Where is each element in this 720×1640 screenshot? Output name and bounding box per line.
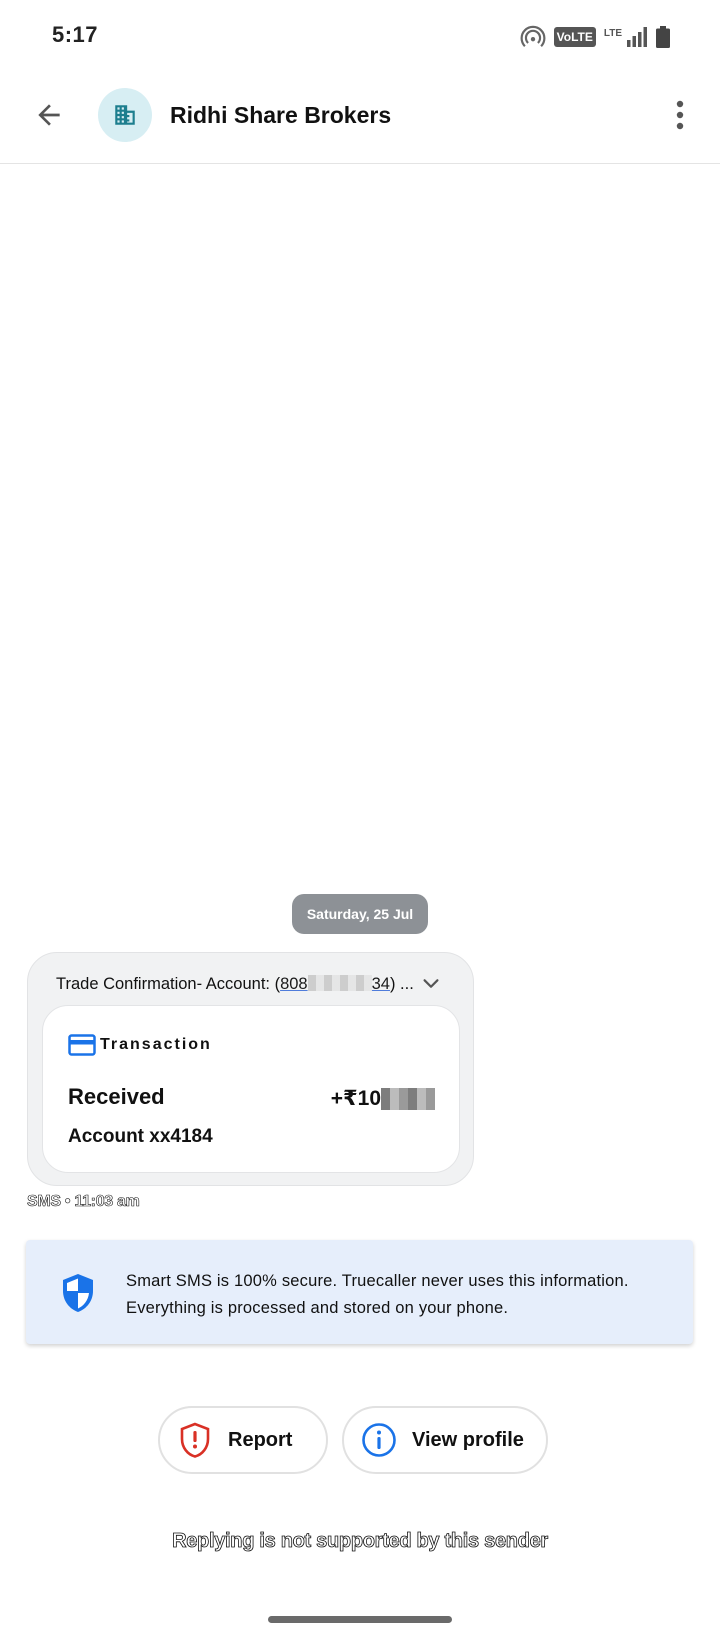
back-button[interactable] (26, 92, 72, 138)
transaction-type-row: Transaction (68, 1034, 212, 1056)
transaction-amount: +₹10 (331, 1086, 435, 1111)
status-icons: VoLTE LTE (520, 24, 670, 50)
building-icon (115, 105, 135, 125)
volte-badge: VoLTE (553, 27, 596, 47)
lte-label: LTE (603, 27, 622, 39)
app-bar: Ridhi Share Brokers (0, 72, 720, 164)
info-icon (362, 1423, 396, 1457)
screen: 5:17 VoLTE LTE Ridhi Share Brokers Satur… (0, 0, 720, 1640)
home-indicator[interactable] (268, 1616, 452, 1623)
arrow-left-icon (38, 104, 60, 126)
chevron-down-icon[interactable] (420, 973, 442, 995)
info-text: Smart SMS is 100% secure. Truecaller nev… (126, 1272, 629, 1317)
message-meta: SMS • 11:03 am (27, 1193, 140, 1211)
status-time: 5:17 (52, 22, 99, 47)
transaction-type: Transaction (100, 1036, 212, 1053)
redacted-amount (381, 1087, 435, 1110)
redacted-digits (307, 974, 372, 991)
date-chip: Saturday, 25 Jul (292, 894, 428, 934)
overflow-menu-button[interactable] (660, 92, 700, 138)
view-profile-button[interactable]: View profile (342, 1406, 548, 1474)
message-bubble[interactable]: Trade Confirmation- Account: (808 34) ...… (27, 952, 474, 1186)
account-link-start: 808 (280, 974, 308, 993)
shield-icon (63, 1274, 93, 1312)
subject-prefix: Trade Confirmation- Account: ( (56, 974, 281, 993)
subject-suffix: ) ... (389, 974, 414, 993)
account-link[interactable]: 808 34 (280, 974, 390, 993)
message-subject-row[interactable]: Trade Confirmation- Account: (808 34) ... (56, 969, 456, 999)
account-link-end: 34 (371, 974, 390, 993)
transaction-account: Account xx4184 (68, 1126, 213, 1147)
transaction-card[interactable]: Transaction Received +₹10 Account xx4184 (42, 1005, 460, 1173)
battery-icon (656, 26, 670, 48)
signal-icon (627, 27, 647, 47)
report-label: Report (228, 1428, 293, 1451)
amount-visible: +₹10 (330, 1087, 381, 1110)
hotspot-icon (520, 25, 546, 47)
contact-name[interactable]: Ridhi Share Brokers (170, 102, 391, 129)
view-profile-label: View profile (412, 1428, 524, 1451)
reply-not-supported-note: Replying is not supported by this sender (172, 1530, 549, 1553)
report-shield-icon (180, 1422, 210, 1458)
avatar[interactable] (98, 88, 152, 142)
smart-sms-info-banner: Smart SMS is 100% secure. Truecaller nev… (26, 1240, 693, 1344)
transaction-status: Received (68, 1084, 165, 1109)
credit-card-icon (68, 1034, 96, 1056)
status-bar: 5:17 VoLTE LTE (0, 0, 720, 72)
message-subject: Trade Confirmation- Account: (808 34) ... (56, 974, 414, 994)
report-button[interactable]: Report (158, 1406, 328, 1474)
more-vert-icon (676, 100, 684, 130)
